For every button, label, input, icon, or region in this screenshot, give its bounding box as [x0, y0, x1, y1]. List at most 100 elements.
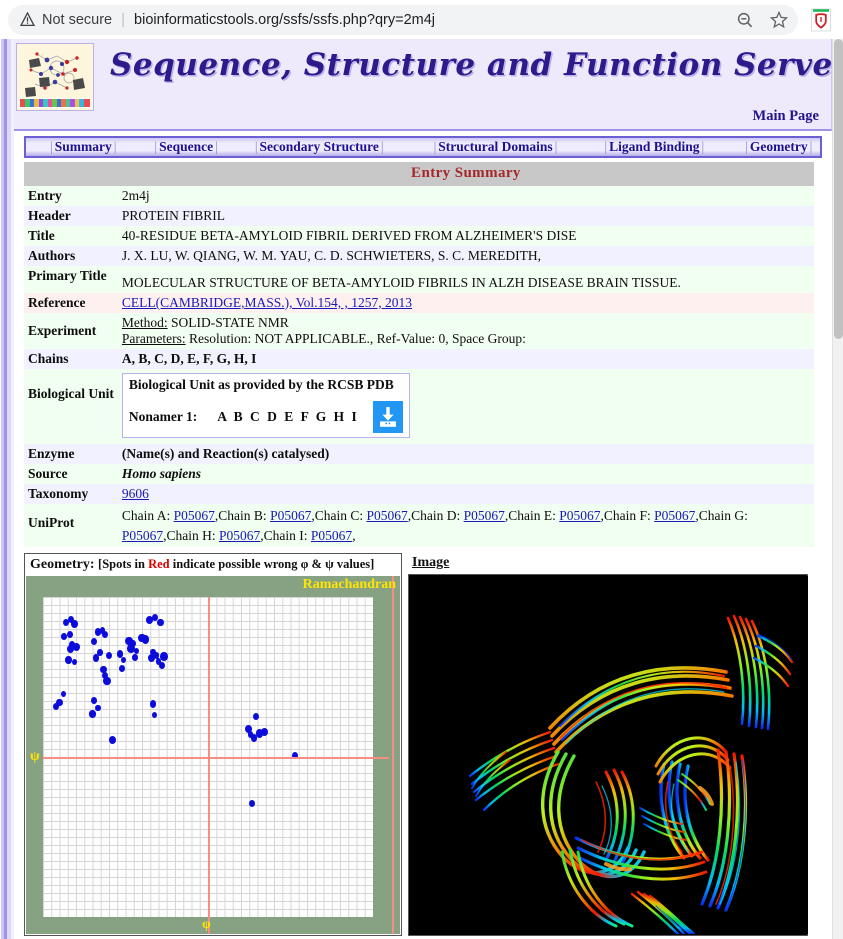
- url-text[interactable]: bioinformaticstools.org/ssfs/ssfs.php?qr…: [134, 12, 732, 28]
- biological-unit-title: Biological Unit as provided by the RCSB …: [129, 377, 403, 393]
- uniprot-accession-link[interactable]: P05067: [219, 528, 260, 543]
- shield-extension-icon[interactable]: [809, 7, 833, 33]
- taxonomy-value-cell: 9606: [118, 484, 814, 504]
- security-status-label: Not secure: [42, 12, 112, 28]
- table-row: Primary Title MOLECULAR STRUCTURE OF BET…: [24, 266, 814, 293]
- page-left-border: [0, 39, 14, 939]
- uniprot-accession-link[interactable]: P05067: [559, 508, 600, 523]
- uniprot-accession-link[interactable]: P05067: [270, 508, 311, 523]
- primary-title-label: Primary Title: [24, 266, 118, 293]
- plot-data-point: [95, 705, 100, 711]
- nav-wrapper: | Summary | | Sequence | | Secondary Structur…: [14, 131, 832, 162]
- nonamer-label: Nonamer 1:: [129, 409, 197, 425]
- geometry-panel: Geometry: [Spots in Red indicate possibl…: [24, 553, 402, 936]
- main-page-link[interactable]: Main Page: [753, 108, 819, 125]
- panels-container: Geometry: [Spots in Red indicate possibl…: [24, 553, 814, 936]
- tab-sequence-label: Sequence: [159, 139, 213, 154]
- table-row: Taxonomy 9606: [24, 484, 814, 504]
- chains-value: A, B, C, D, E, F, G, H, I: [118, 349, 814, 369]
- entry-value: 2m4j: [118, 186, 814, 206]
- source-value: Homo sapiens: [118, 464, 814, 484]
- uniprot-accession-link[interactable]: P05067: [366, 508, 407, 523]
- scrollbar-thumb[interactable]: [834, 39, 843, 339]
- table-row: Chains A, B, C, D, E, F, G, H, I: [24, 349, 814, 369]
- chains-label: Chains: [24, 349, 118, 369]
- tab-sequence[interactable]: | Sequence |: [150, 139, 221, 155]
- authors-label: Authors: [24, 246, 118, 266]
- biological-unit-box: Biological Unit as provided by the RCSB …: [122, 373, 410, 438]
- omnibox-divider: |: [121, 11, 125, 28]
- title-value: 40-RESIDUE BETA-AMYLOID FIBRIL DERIVED F…: [118, 226, 814, 246]
- table-row: Source Homo sapiens: [24, 464, 814, 484]
- experiment-params-label: Parameters:: [122, 331, 186, 346]
- experiment-label: Experiment: [24, 313, 118, 349]
- ramachandran-plot[interactable]: Ramachandran ψ φ: [26, 576, 400, 934]
- entry-label: Entry: [24, 186, 118, 206]
- uniprot-accession-link[interactable]: P05067: [122, 528, 163, 543]
- nonamer-chains: A B C D E F G H I: [217, 409, 359, 425]
- uniprot-accession-link[interactable]: P05067: [654, 508, 695, 523]
- biological-unit-row: Nonamer 1: A B C D E F G H I: [129, 401, 403, 433]
- biological-unit-label: Biological Unit: [24, 369, 118, 444]
- uniprot-chain-label: Chain H:: [167, 528, 220, 543]
- uniprot-chain-label: Chain A:: [122, 508, 174, 523]
- reference-link[interactable]: CELL(CAMBRIDGE,MASS.), Vol.154, , 1257, …: [122, 295, 412, 310]
- experiment-method-label: Method:: [122, 315, 168, 330]
- experiment-params-line: Parameters: Resolution: NOT APPLICABLE.,…: [122, 331, 810, 347]
- plot-data-point: [93, 654, 99, 661]
- taxonomy-link[interactable]: 9606: [122, 486, 149, 501]
- table-row: Authors J. X. LU, W. QIANG, W. M. YAU, C…: [24, 246, 814, 266]
- zoom-out-icon[interactable]: [732, 7, 758, 33]
- plot-data-point: [67, 631, 73, 638]
- plot-x-axis-label: φ: [202, 917, 211, 933]
- source-label: Source: [24, 464, 118, 484]
- uniprot-label-text: UniProt: [28, 515, 74, 530]
- geometry-title-main: Geometry:: [30, 557, 95, 572]
- tab-geometry-label: Geometry: [750, 139, 808, 154]
- experiment-label-text: Experiment: [28, 323, 96, 338]
- table-row: Biological Unit Biological Unit as provi…: [24, 369, 814, 444]
- structure-image-canvas: [410, 576, 808, 934]
- download-icon[interactable]: [373, 401, 403, 433]
- tab-secondary-structure[interactable]: | Secondary Structure |: [251, 139, 388, 155]
- tab-structural-domains-label: Structural Domains: [438, 139, 552, 154]
- browser-toolbar: Not secure | bioinformaticstools.org/ssf…: [0, 0, 843, 39]
- site-logo-icon: [16, 43, 94, 111]
- experiment-method-value: SOLID-STATE NMR: [171, 315, 289, 330]
- address-bar[interactable]: Not secure | bioinformaticstools.org/ssf…: [8, 5, 798, 35]
- tab-summary[interactable]: | Summary |: [46, 139, 120, 155]
- uniprot-chain-label: Chain I:: [264, 528, 311, 543]
- taxonomy-label: Taxonomy: [24, 484, 118, 504]
- uniprot-chain-label: Chain F:: [604, 508, 654, 523]
- page-scrollbar[interactable]: [832, 39, 843, 939]
- plot-horizontal-axis-line: [43, 757, 389, 759]
- plot-data-point: [251, 734, 258, 742]
- uniprot-chain-label: Chain G:: [699, 508, 748, 523]
- reference-value-cell: CELL(CAMBRIDGE,MASS.), Vol.154, , 1257, …: [118, 293, 814, 313]
- tab-geometry[interactable]: | Geometry |: [741, 139, 816, 155]
- tab-structural-domains[interactable]: | Structural Domains |: [430, 139, 562, 155]
- plot-data-point: [72, 659, 77, 665]
- star-icon[interactable]: [766, 7, 792, 33]
- tab-secondary-structure-label: Secondary Structure: [260, 139, 379, 154]
- biological-unit-label-text: Biological Unit: [28, 386, 114, 401]
- nav-tab-strip: | Summary | | Sequence | | Secondary Structur…: [24, 136, 822, 158]
- page-title: Sequence, Structure and Function Server: [110, 47, 843, 83]
- image-panel-title: Image: [408, 553, 808, 574]
- title-label: Title: [24, 226, 118, 246]
- site-banner: Sequence, Structure and Function Server …: [14, 39, 832, 131]
- uniprot-value-cell: Chain A: P05067,Chain B: P05067,Chain C:…: [118, 504, 814, 547]
- uniprot-accession-link[interactable]: P05067: [311, 528, 352, 543]
- page-content: Sequence, Structure and Function Server …: [14, 39, 832, 939]
- table-row: Entry 2m4j: [24, 186, 814, 206]
- uniprot-chain-label: Chain D:: [411, 508, 464, 523]
- plot-data-point: [65, 656, 71, 663]
- plot-data-point: [132, 654, 138, 661]
- uniprot-accession-link[interactable]: P05067: [174, 508, 215, 523]
- uniprot-accession-link[interactable]: P05067: [464, 508, 505, 523]
- tab-ligand-binding[interactable]: | Ligand Binding |: [600, 139, 708, 155]
- reference-label: Reference: [24, 293, 118, 313]
- uniprot-chain-label: Chain B:: [218, 508, 270, 523]
- enzyme-value: (Name(s) and Reaction(s) catalysed): [118, 444, 814, 464]
- biological-unit-cell: Biological Unit as provided by the RCSB …: [118, 369, 814, 444]
